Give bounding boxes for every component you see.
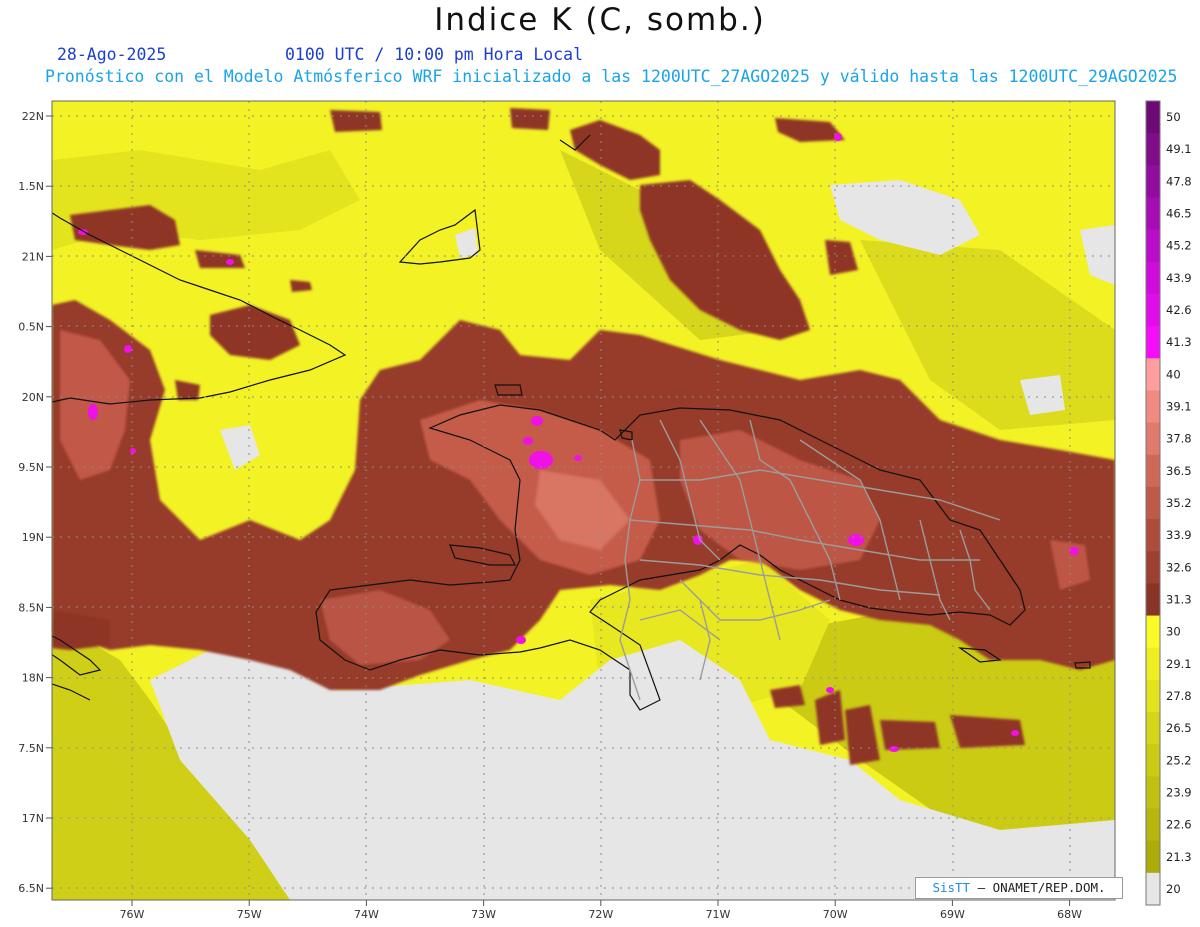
colorbar: 50 49.1 47.8 46.5 45.2 43.9 42.6 41.3 40 39.1 37.8… xyxy=(1145,100,1192,906)
colorbar-swatch xyxy=(1146,390,1160,424)
lat-label: 8.5N xyxy=(18,601,44,614)
colorbar-label: 29.1 xyxy=(1166,657,1192,671)
colorbar-swatch xyxy=(1146,808,1160,842)
colorbar-swatch xyxy=(1146,647,1160,681)
colorbar-swatch xyxy=(1146,165,1160,198)
colorbar-swatch xyxy=(1146,454,1160,488)
colorbar-label: 39.1 xyxy=(1166,400,1192,414)
lat-label: 19N xyxy=(22,531,44,544)
colorbar-label: 43.9 xyxy=(1166,271,1192,285)
lat-label: 0.5N xyxy=(18,321,44,334)
lat-label: 7.5N xyxy=(18,742,44,755)
colorbar-swatch xyxy=(1146,293,1160,327)
colorbar-label: 41.3 xyxy=(1166,335,1192,349)
colorbar-label: 49.1 xyxy=(1166,142,1192,156)
lon-label: 73W xyxy=(471,908,496,921)
colorbar-swatch xyxy=(1146,615,1160,649)
colorbar-swatch xyxy=(1146,422,1160,456)
colorbar-label: 36.5 xyxy=(1166,464,1192,478)
colorbar-swatch xyxy=(1146,519,1160,552)
lat-label: 20N xyxy=(22,391,44,404)
colorbar-swatch xyxy=(1146,133,1160,166)
credit-text: – ONAMET/REP.DOM. xyxy=(970,880,1106,895)
lon-label: 72W xyxy=(588,908,613,921)
colorbar-swatch xyxy=(1146,551,1160,584)
colorbar-swatch xyxy=(1146,261,1160,295)
colorbar-swatch xyxy=(1146,197,1160,231)
colorbar-label: 32.6 xyxy=(1166,560,1192,574)
lat-label: 21N xyxy=(22,250,44,263)
colorbar-swatch xyxy=(1146,486,1160,520)
lon-label: 68W xyxy=(1057,908,1082,921)
colorbar-swatch xyxy=(1146,776,1160,810)
colorbar-label: 25.2 xyxy=(1166,753,1192,767)
colorbar-swatch xyxy=(1146,358,1160,391)
colorbar-swatch xyxy=(1146,229,1160,263)
colorbar-swatch xyxy=(1146,744,1160,777)
lon-label: 75W xyxy=(237,908,262,921)
latitude-axis: 22N 1.5N 21N 0.5N 20N 9.5N 19N 8.5N 18N 7.5N 17N 6.… xyxy=(18,110,52,895)
colorbar-label: 31.3 xyxy=(1166,592,1192,606)
lat-label: 18N xyxy=(22,672,44,685)
colorbar-swatch xyxy=(1146,679,1160,713)
colorbar-label: 37.8 xyxy=(1166,432,1192,446)
k-index-field xyxy=(52,101,1115,900)
lon-label: 74W xyxy=(354,908,379,921)
colorbar-label: 22.6 xyxy=(1166,818,1192,832)
lat-label: 22N xyxy=(22,110,44,123)
k-index-map: 22N 1.5N 21N 0.5N 20N 9.5N 19N 8.5N 18N 7.5N 17N 6.… xyxy=(18,100,1192,921)
colorbar-swatch xyxy=(1146,101,1160,134)
lon-label: 71W xyxy=(706,908,731,921)
colorbar-label: 47.8 xyxy=(1166,174,1192,188)
colorbar-label: 27.8 xyxy=(1166,689,1192,703)
colorbar-label: 35.2 xyxy=(1166,496,1192,510)
colorbar-swatch xyxy=(1146,872,1160,906)
lon-label: 70W xyxy=(823,908,848,921)
colorbar-label: 46.5 xyxy=(1166,207,1192,221)
colorbar-label: 30 xyxy=(1166,625,1181,639)
sistt-logo: SisTT xyxy=(932,880,971,895)
colorbar-label: 21.3 xyxy=(1166,850,1192,864)
lat-label: 6.5N xyxy=(18,882,44,895)
colorbar-label: 42.6 xyxy=(1166,303,1192,317)
colorbar-swatch xyxy=(1146,583,1160,617)
colorbar-swatch xyxy=(1146,712,1160,745)
colorbar-label: 33.9 xyxy=(1166,528,1192,542)
colorbar-label: 20 xyxy=(1166,882,1181,896)
colorbar-label: 45.2 xyxy=(1166,239,1192,253)
colorbar-label: 50 xyxy=(1166,110,1181,124)
colorbar-swatch xyxy=(1146,326,1160,359)
lon-label: 69W xyxy=(940,908,965,921)
lon-label: 76W xyxy=(120,908,145,921)
credit-box: SisTT – ONAMET/REP.DOM. xyxy=(915,877,1123,899)
colorbar-label: 23.9 xyxy=(1166,785,1192,799)
longitude-axis: 76W 75W 74W 73W 72W 71W 70W 69W 68W xyxy=(120,900,1082,921)
colorbar-label: 40 xyxy=(1166,367,1181,381)
colorbar-label: 26.5 xyxy=(1166,721,1192,735)
lat-label: 17N xyxy=(22,812,44,825)
lat-label: 9.5N xyxy=(18,461,44,474)
colorbar-swatch xyxy=(1146,840,1160,874)
lat-label: 1.5N xyxy=(18,180,44,193)
